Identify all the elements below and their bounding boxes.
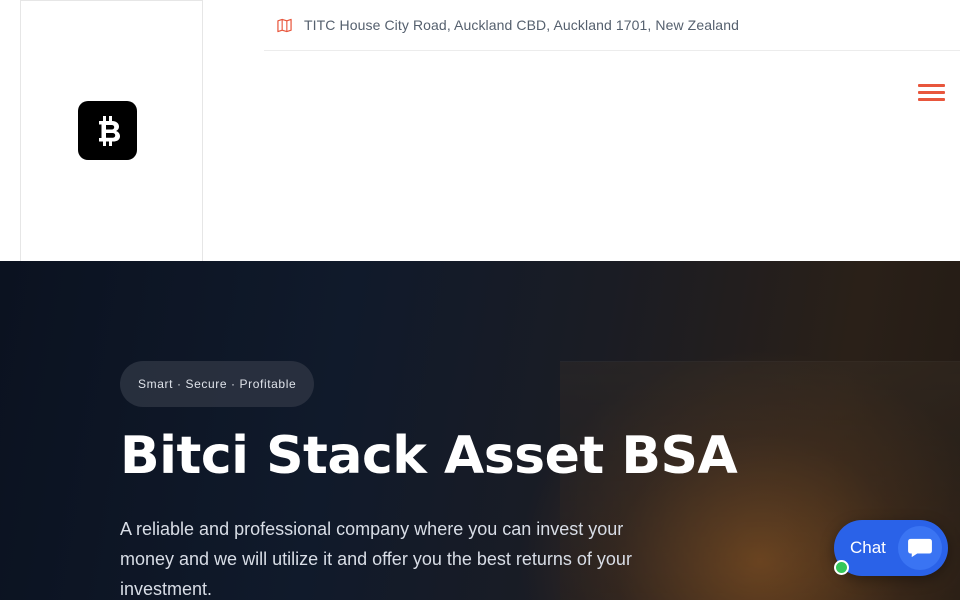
- hero-description: A reliable and professional company wher…: [120, 519, 632, 599]
- map-icon: [277, 18, 292, 33]
- bitcoin-icon: [98, 115, 120, 146]
- hero-title: Bitci Stack Asset BSA: [120, 426, 738, 486]
- hero-section: Smart · Secure · Profitable Bitci Stack …: [0, 261, 960, 600]
- chat-button[interactable]: Chat: [834, 520, 948, 576]
- logo-container: [20, 0, 203, 261]
- chat-bubble-icon: [898, 526, 942, 570]
- bitcoin-logo[interactable]: [78, 101, 137, 160]
- online-status-indicator: [834, 560, 849, 575]
- hero-tagline-badge: Smart · Secure · Profitable: [120, 361, 315, 407]
- chat-label: Chat: [850, 538, 886, 557]
- company-address: TITC House City Road, Auckland CBD, Auck…: [304, 17, 739, 33]
- top-info-bar: TITC House City Road, Auckland CBD, Auck…: [264, 0, 960, 51]
- hamburger-menu-icon[interactable]: [918, 83, 946, 103]
- site-header: TITC House City Road, Auckland CBD, Auck…: [0, 0, 960, 261]
